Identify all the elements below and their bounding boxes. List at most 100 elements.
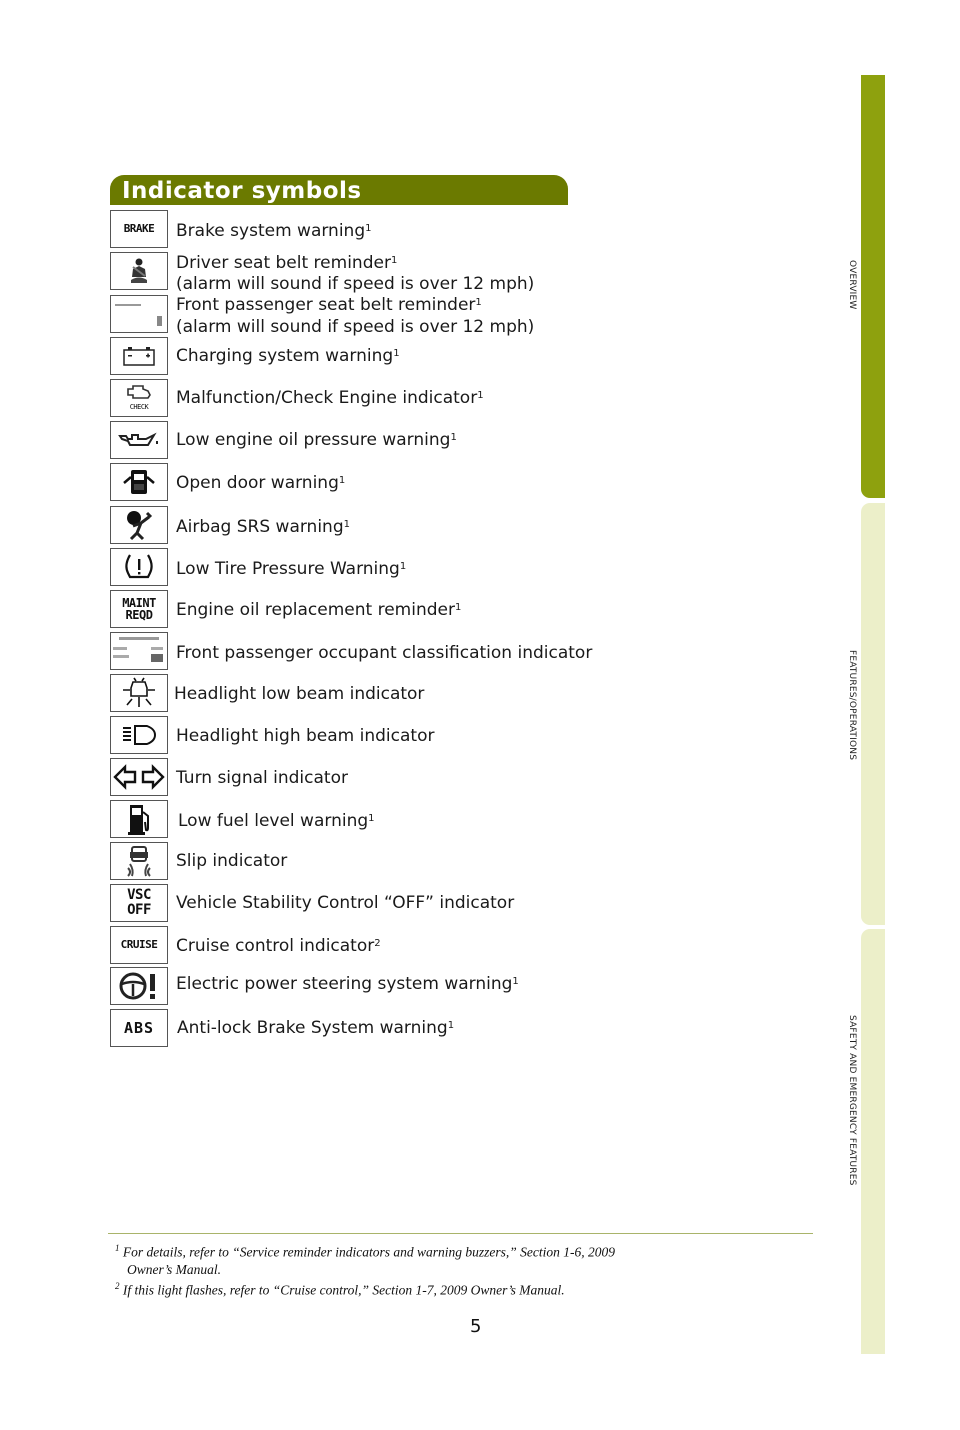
footnote-ref: 1 xyxy=(390,255,398,266)
indicator-row: Headlight low beam indicator xyxy=(110,674,630,714)
label-text: Anti-lock Brake System warning xyxy=(177,1018,448,1038)
section-title: Indicator symbols xyxy=(122,178,362,204)
indicator-label: Vehicle Stability Control “OFF” indicato… xyxy=(176,892,514,914)
indicator-label: Electric power steering system warning1 xyxy=(176,973,519,995)
indicator-label: Front passenger occupant classification … xyxy=(176,642,592,664)
label-text: Driver seat belt reminder xyxy=(176,253,391,273)
footnote-1: 1 For details, refer to “Service reminde… xyxy=(115,1240,815,1261)
off-icon-text: OFF xyxy=(127,902,151,918)
indicator-row: Low engine oil pressure warning1 xyxy=(110,421,630,461)
footnote-ref: 2 xyxy=(374,938,381,949)
indicator-row: Turn signal indicator xyxy=(110,758,630,798)
passenger-seatbelt-icon xyxy=(110,295,168,333)
footnote-number: 1 xyxy=(115,1243,120,1253)
label-text: Airbag SRS warning xyxy=(176,517,344,537)
label-text: Malfunction/Check Engine indicator xyxy=(176,388,478,408)
footnote-text: For details, refer to “Service reminder … xyxy=(122,1244,615,1260)
footnote-ref: 1 xyxy=(368,813,375,824)
indicator-label: Open door warning1 xyxy=(176,472,345,494)
indicator-row: Front passenger occupant classification … xyxy=(110,632,630,672)
footnote-ref: 1 xyxy=(365,223,372,234)
footnote-ref: 1 xyxy=(477,390,484,401)
cruise-icon-text: CRUISE xyxy=(120,938,158,951)
indicator-label: Headlight low beam indicator xyxy=(174,683,424,705)
indicator-label: Low fuel level warning1 xyxy=(178,810,375,832)
indicator-label: Charging system warning1 xyxy=(176,345,400,367)
label-text: Vehicle Stability Control “OFF” indicato… xyxy=(176,893,515,913)
indicator-label: Cruise control indicator2 xyxy=(176,935,381,957)
oil-can-icon xyxy=(110,421,168,459)
label-text: Electric power steering system warning xyxy=(176,974,513,994)
abs-icon-text: ABS xyxy=(123,1019,155,1037)
indicator-row: VSC OFF Vehicle Stability Control “OFF” … xyxy=(110,884,630,924)
brake-icon-text: BRAKE xyxy=(123,222,155,235)
check-engine-icon: CHECK xyxy=(110,379,168,417)
indicator-row: Open door warning1 xyxy=(110,463,630,503)
indicator-label: Brake system warning1 xyxy=(176,220,371,242)
footnote-ref: 1 xyxy=(399,561,407,572)
vsc-off-icon: VSC OFF xyxy=(110,884,168,922)
tab-features-operations[interactable] xyxy=(861,503,885,925)
check-icon-text: CHECK xyxy=(129,403,149,411)
label-text: Headlight low beam indicator xyxy=(174,684,425,704)
label-text: Brake system warning xyxy=(176,221,366,241)
footnote-ref: 1 xyxy=(447,1020,455,1031)
tab-features-operations-label[interactable]: FEATURES/OPERATIONS xyxy=(847,650,857,760)
footnote-ref: 1 xyxy=(454,602,462,613)
footnote-ref: 1 xyxy=(393,348,400,359)
label-text: Turn signal indicator xyxy=(176,768,348,788)
tab-safety-emergency[interactable] xyxy=(861,929,885,1354)
tire-pressure-icon xyxy=(110,548,168,586)
label-text: Low engine oil pressure warning xyxy=(176,430,451,450)
slip-icon xyxy=(110,842,168,880)
reqd-icon-text: REQD xyxy=(125,608,153,622)
label-text: Front passenger occupant classification … xyxy=(176,643,593,663)
label-text: Cruise control indicator xyxy=(176,936,375,956)
indicator-label: Airbag SRS warning1 xyxy=(176,516,350,538)
indicator-label: Driver seat belt reminder1 xyxy=(176,252,397,274)
airbag-icon xyxy=(110,506,168,544)
indicator-sublabel: (alarm will sound if speed is over 12 mp… xyxy=(176,274,535,294)
label-text: Slip indicator xyxy=(176,851,288,871)
footnote-1-cont: Owner’s Manual. xyxy=(127,1261,222,1277)
footnote-ref: 1 xyxy=(343,519,350,530)
abs-icon: ABS xyxy=(110,1009,168,1047)
cruise-icon: CRUISE xyxy=(110,926,168,964)
indicator-row: Headlight high beam indicator xyxy=(110,716,630,756)
battery-icon xyxy=(110,337,168,375)
tab-overview-label[interactable]: OVERVIEW xyxy=(847,260,857,310)
footer-divider xyxy=(108,1233,813,1234)
maint-reqd-icon: MAINT REQD xyxy=(110,590,168,628)
indicator-row: Low Tire Pressure Warning1 xyxy=(110,548,630,588)
footnote-ref: 1 xyxy=(512,976,519,987)
footnote-text: If this light flashes, refer to “Cruise … xyxy=(122,1282,565,1297)
tab-overview[interactable] xyxy=(861,75,885,498)
indicator-row: MAINT REQD Engine oil replacement remind… xyxy=(110,590,630,630)
indicator-row: CRUISE Cruise control indicator2 xyxy=(110,926,630,966)
indicator-label: Anti-lock Brake System warning1 xyxy=(177,1017,454,1039)
footnote-ref: 1 xyxy=(338,475,346,486)
occupant-classification-icon xyxy=(110,632,168,670)
indicator-label: Headlight high beam indicator xyxy=(176,725,434,747)
brake-warning-icon: BRAKE xyxy=(110,210,168,248)
indicator-row: Driver seat belt reminder1 (alarm will s… xyxy=(110,252,630,294)
fuel-pump-icon xyxy=(110,800,168,838)
footnote-ref: 1 xyxy=(475,297,482,308)
indicator-row: CHECK Malfunction/Check Engine indicator… xyxy=(110,379,630,419)
indicator-label: Low engine oil pressure warning1 xyxy=(176,429,457,451)
indicator-label: Slip indicator xyxy=(176,850,287,872)
indicator-row: Slip indicator xyxy=(110,842,630,882)
indicator-label: Low Tire Pressure Warning1 xyxy=(176,558,406,580)
label-text: Headlight high beam indicator xyxy=(176,726,435,746)
vsc-icon-text: VSC xyxy=(127,887,151,903)
turn-signal-icon xyxy=(110,758,168,796)
indicator-row: Electric power steering system warning1 xyxy=(110,967,630,1007)
label-text: Low fuel level warning xyxy=(178,811,369,831)
tab-safety-emergency-label[interactable]: SAFETY AND EMERGENCY FEATURES xyxy=(847,1015,857,1186)
low-beam-icon xyxy=(110,674,168,712)
indicator-row: ABS Anti-lock Brake System warning1 xyxy=(110,1009,630,1049)
indicator-row: Charging system warning1 xyxy=(110,337,630,377)
open-door-icon xyxy=(110,463,168,501)
indicator-label: Engine oil replacement reminder1 xyxy=(176,599,461,621)
label-text: Engine oil replacement reminder xyxy=(176,600,455,620)
